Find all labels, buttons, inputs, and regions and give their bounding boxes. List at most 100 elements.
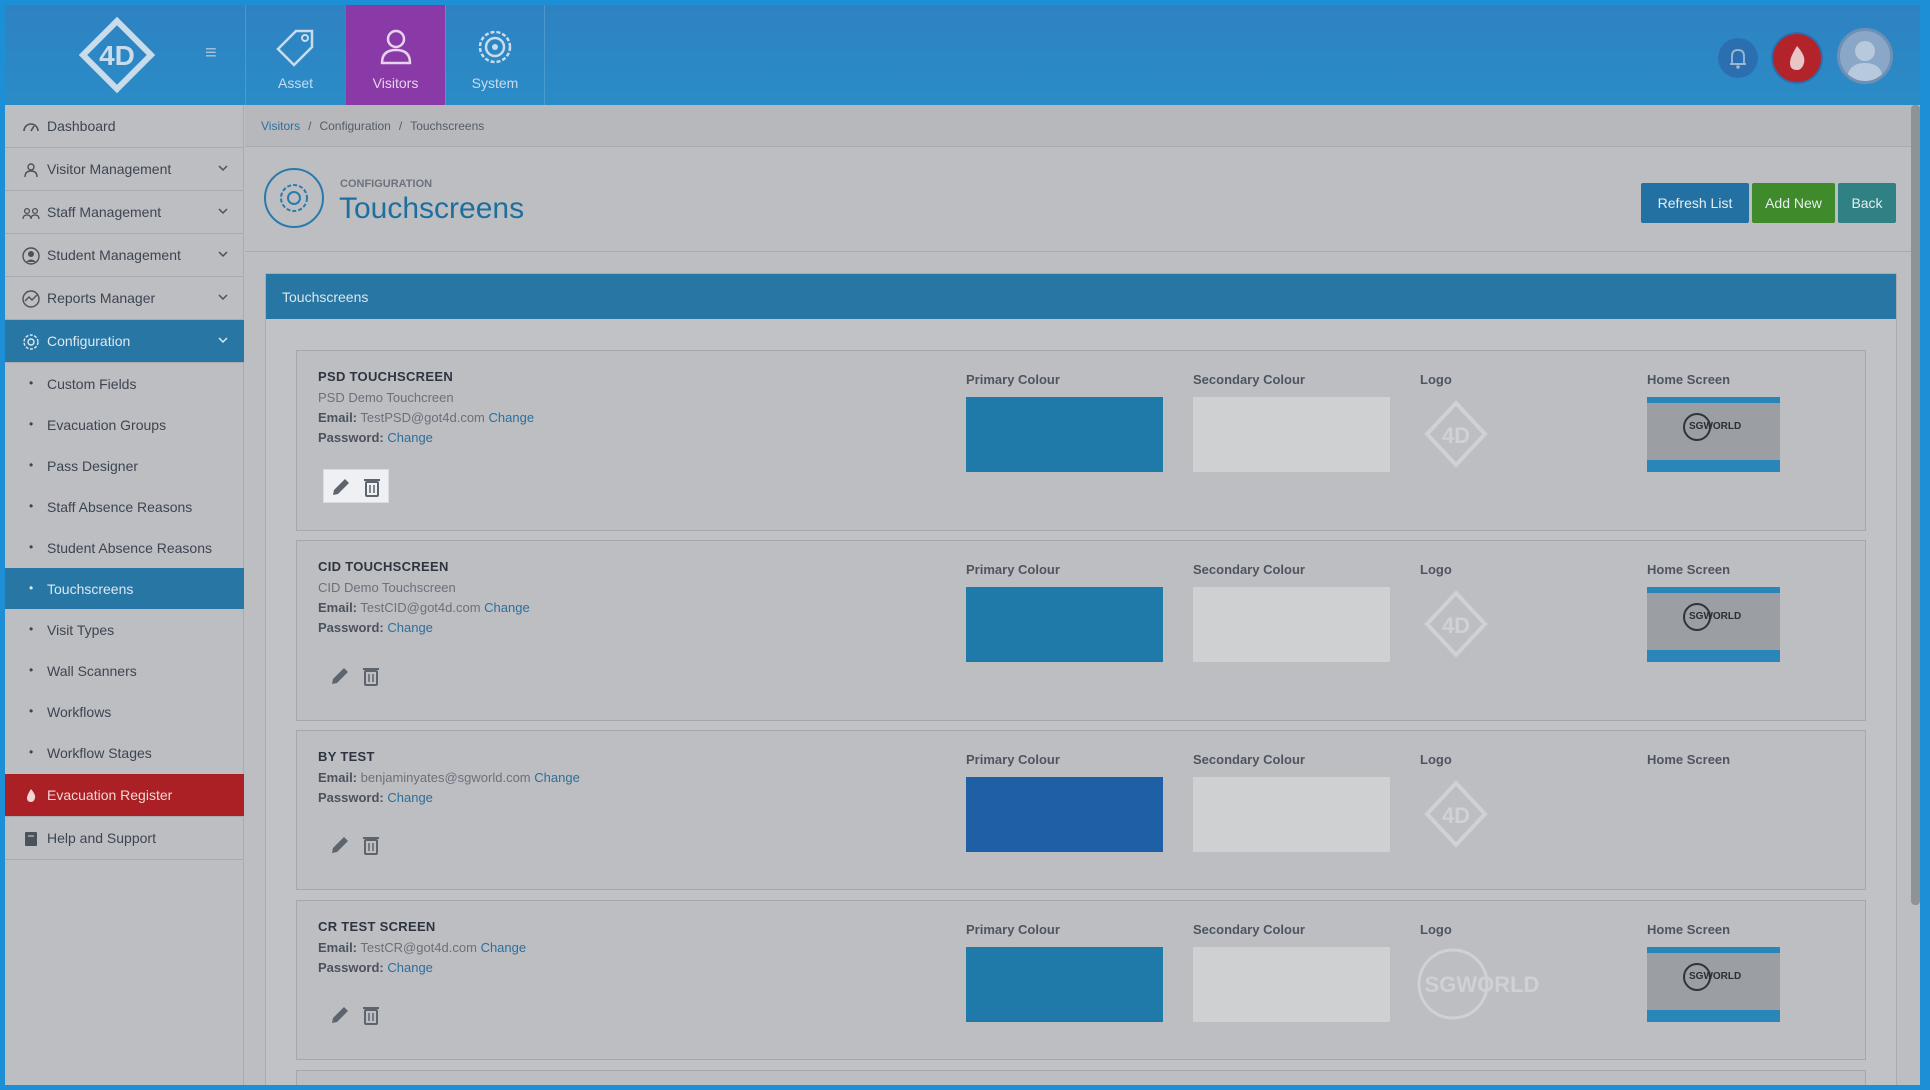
evacuation-alert-button[interactable] — [1771, 32, 1823, 84]
page-header: CONFIGURATION Touchscreens Refresh List … — [245, 148, 1920, 252]
sidebar-sub-label: Staff Absence Reasons — [47, 499, 193, 515]
touchscreen-email: TestPSD@got4d.com — [360, 410, 485, 425]
sidebar-item-configuration[interactable]: Configuration — [5, 320, 244, 363]
primary-colour-swatch — [966, 777, 1163, 852]
password-label: Password: — [318, 790, 384, 805]
dashboard-icon — [23, 123, 39, 132]
change-email-link[interactable]: Change — [484, 600, 530, 615]
page-scrollbar[interactable] — [1911, 105, 1920, 905]
sidebar-sub-visit-types[interactable]: • Visit Types — [5, 609, 244, 650]
change-password-link[interactable]: Change — [387, 960, 433, 975]
add-new-button[interactable]: Add New — [1752, 183, 1835, 223]
sidebar-item-reports-manager[interactable]: Reports Manager — [5, 277, 244, 320]
change-email-link[interactable]: Change — [489, 410, 535, 425]
breadcrumb-configuration[interactable]: Configuration — [319, 119, 390, 133]
edit-icon[interactable] — [328, 833, 352, 857]
sidebar-sub-label: Student Absence Reasons — [47, 540, 213, 556]
touchscreen-logo: 4D — [1424, 780, 1488, 848]
bell-icon — [1730, 49, 1746, 69]
home-screen-heading: Home Screen — [1647, 372, 1731, 387]
sidebar-sub-workflows[interactable]: • Workflows — [5, 691, 244, 732]
change-password-link[interactable]: Change — [387, 620, 433, 635]
sidebar-item-label: Configuration — [47, 333, 131, 349]
sidebar-sub-wall-scanners[interactable]: • Wall Scanners — [5, 650, 244, 691]
secondary-colour-swatch — [1193, 397, 1390, 472]
staff-icon — [22, 207, 40, 220]
app-window: 4D ≡ Asset Visitors System Dashboard Vis… — [5, 5, 1920, 1085]
home-screen-heading: Home Screen — [1647, 922, 1731, 937]
topnav-asset[interactable]: Asset — [245, 5, 345, 105]
delete-icon[interactable] — [359, 664, 383, 688]
change-password-link[interactable]: Change — [387, 790, 433, 805]
bullet-icon: • — [29, 376, 34, 390]
secondary-colour-heading: Secondary Colour — [1193, 372, 1305, 387]
secondary-colour-heading: Secondary Colour — [1193, 752, 1305, 767]
home-screen-brand: SGWORLD — [1689, 971, 1742, 982]
sidebar-item-visitor-management[interactable]: Visitor Management — [5, 148, 244, 191]
sidebar-item-evacuation-register[interactable]: Evacuation Register — [5, 774, 244, 817]
back-button[interactable]: Back — [1838, 183, 1896, 223]
breadcrumb-visitors[interactable]: Visitors — [261, 119, 300, 133]
touchscreen-name: PSD TOUCHSCREEN — [318, 369, 454, 384]
fire-icon — [27, 789, 36, 802]
edit-icon[interactable] — [328, 1003, 352, 1027]
sidebar-item-label: Student Management — [47, 247, 181, 263]
page-overline: CONFIGURATION — [340, 178, 433, 190]
user-avatar[interactable] — [1837, 28, 1893, 84]
sidebar-sub-evacuation-groups[interactable]: • Evacuation Groups — [5, 404, 244, 445]
sidebar-item-staff-management[interactable]: Staff Management — [5, 191, 244, 234]
sidebar: Dashboard Visitor Management Staff Manag… — [5, 105, 244, 1085]
gear-icon — [478, 30, 512, 64]
primary-colour-heading: Primary Colour — [966, 562, 1060, 577]
delete-icon[interactable] — [359, 1003, 383, 1027]
topnav-visitors[interactable]: Visitors — [345, 5, 445, 105]
topnav-system[interactable]: System — [445, 5, 545, 105]
password-label: Password: — [318, 430, 384, 445]
edit-icon[interactable] — [329, 475, 353, 499]
svg-text:SGWORLD: SGWORLD — [1425, 972, 1540, 997]
sidebar-sub-label: Evacuation Groups — [47, 417, 167, 433]
sidebar-sub-custom-fields[interactable]: • Custom Fields — [5, 363, 244, 404]
menu-toggle-icon[interactable]: ≡ — [205, 43, 225, 63]
bullet-icon: • — [29, 581, 34, 595]
refresh-list-button[interactable]: Refresh List — [1641, 183, 1749, 223]
sidebar-sub-workflow-stages[interactable]: • Workflow Stages — [5, 732, 244, 773]
user-icon — [1847, 41, 1883, 81]
touchscreen-logo: 4D — [1424, 590, 1488, 658]
touchscreen-email: benjaminyates@sgworld.com — [360, 770, 531, 785]
breadcrumb-current: Touchscreens — [410, 119, 485, 133]
touchscreen-name: BY TEST — [318, 749, 375, 764]
touchscreen-card: CR TEST SCREEN Email: TestCR@got4d.com C… — [296, 900, 1866, 1060]
sidebar-sub-pass-designer[interactable]: • Pass Designer — [5, 445, 244, 486]
touchscreen-email-row: Email: benjaminyates@sgworld.com Change — [318, 770, 580, 785]
breadcrumb-separator: / — [398, 119, 403, 133]
sidebar-sub-staff-absence-reasons[interactable]: • Staff Absence Reasons — [5, 486, 244, 527]
bullet-icon: • — [29, 704, 34, 718]
sidebar-sub-label: Pass Designer — [47, 458, 139, 474]
bullet-icon: • — [29, 745, 34, 759]
delete-icon[interactable] — [359, 833, 383, 857]
sidebar-item-label: Visitor Management — [47, 161, 172, 177]
sidebar-sub-student-absence-reasons[interactable]: • Student Absence Reasons — [5, 527, 244, 568]
touchscreen-card: BY TEST Email: benjaminyates@sgworld.com… — [296, 730, 1866, 890]
email-label: Email: — [318, 410, 358, 425]
primary-colour-heading: Primary Colour — [966, 752, 1060, 767]
change-password-link[interactable]: Change — [387, 430, 433, 445]
chart-icon — [22, 290, 40, 308]
change-email-link[interactable]: Change — [481, 940, 527, 955]
sidebar-item-dashboard[interactable]: Dashboard — [5, 105, 244, 148]
delete-icon[interactable] — [360, 475, 384, 499]
topnav-label: Visitors — [372, 75, 419, 91]
sidebar-sub-label: Touchscreens — [47, 581, 134, 597]
fire-icon — [1790, 46, 1805, 70]
sidebar-item-label: Dashboard — [47, 118, 116, 134]
touchscreen-email-row: Email: TestCR@got4d.com Change — [318, 940, 526, 955]
sidebar-item-student-management[interactable]: Student Management — [5, 234, 244, 277]
change-email-link[interactable]: Change — [534, 770, 580, 785]
notifications-button[interactable] — [1718, 38, 1758, 78]
touchscreen-email-row: Email: TestPSD@got4d.com Change — [318, 410, 534, 425]
sidebar-sub-touchscreens[interactable]: • Touchscreens — [5, 568, 244, 609]
card-actions — [323, 828, 389, 862]
edit-icon[interactable] — [328, 664, 352, 688]
sidebar-item-help-and-support[interactable]: Help and Support — [5, 817, 244, 860]
